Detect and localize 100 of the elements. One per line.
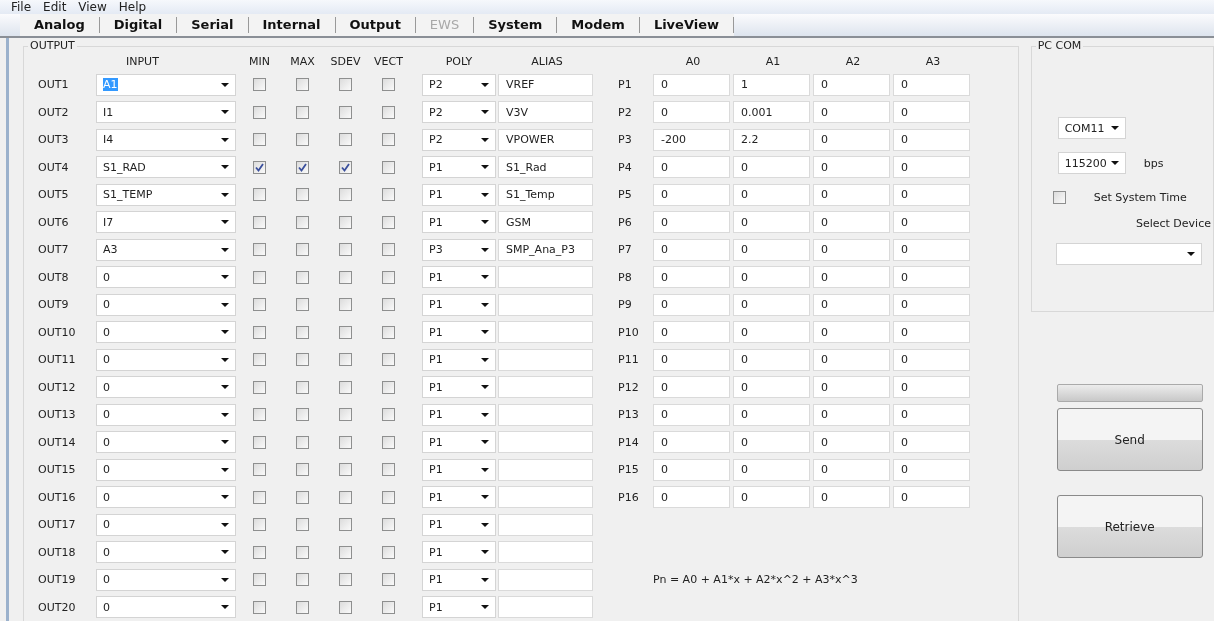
coefficient-field[interactable]: 0: [733, 348, 810, 371]
coefficient-field[interactable]: 0: [733, 211, 810, 234]
coefficient-field[interactable]: 0: [733, 293, 810, 316]
checkbox[interactable]: [339, 380, 352, 394]
tab[interactable]: Modem: [557, 17, 640, 33]
checkbox[interactable]: [296, 545, 309, 559]
checkbox[interactable]: [253, 380, 266, 394]
poly-dropdown[interactable]: P1: [422, 403, 496, 426]
poly-dropdown[interactable]: P1: [422, 568, 496, 591]
tab[interactable]: Analog: [20, 17, 100, 33]
checkbox[interactable]: [382, 435, 395, 449]
coefficient-field[interactable]: 0: [653, 183, 730, 206]
coefficient-field[interactable]: 0: [893, 458, 970, 481]
tab[interactable]: System: [474, 17, 558, 33]
checkbox[interactable]: [253, 573, 266, 587]
checkbox[interactable]: [382, 105, 395, 119]
coefficient-field[interactable]: 0: [893, 348, 970, 371]
checkbox[interactable]: [382, 270, 395, 284]
coefficient-field[interactable]: 0: [893, 101, 970, 124]
poly-dropdown[interactable]: P1: [422, 183, 496, 206]
checkbox[interactable]: [1052, 191, 1066, 204]
input-dropdown[interactable]: 0: [96, 376, 236, 399]
input-dropdown[interactable]: I1: [96, 101, 236, 124]
checkbox[interactable]: [339, 545, 352, 559]
checkbox[interactable]: [296, 463, 309, 477]
input-dropdown[interactable]: 0: [96, 541, 236, 564]
coefficient-field[interactable]: 0: [813, 431, 890, 454]
input-dropdown[interactable]: 0: [96, 458, 236, 481]
checkbox[interactable]: [253, 243, 266, 257]
coefficient-field[interactable]: 0: [893, 156, 970, 179]
checkbox[interactable]: [382, 353, 395, 367]
alias-field[interactable]: [498, 513, 593, 536]
checkbox[interactable]: [339, 78, 352, 92]
checkbox[interactable]: [339, 353, 352, 367]
alias-field[interactable]: [498, 293, 593, 316]
checkbox[interactable]: [382, 463, 395, 477]
coefficient-field[interactable]: 0: [733, 431, 810, 454]
coefficient-field[interactable]: 0: [893, 486, 970, 509]
checkbox[interactable]: [253, 188, 266, 202]
coefficient-field[interactable]: 0: [813, 211, 890, 234]
checkbox[interactable]: [382, 573, 395, 587]
checkbox[interactable]: [339, 298, 352, 312]
checkbox[interactable]: [253, 270, 266, 284]
alias-field[interactable]: [498, 486, 593, 509]
coefficient-field[interactable]: 0: [813, 321, 890, 344]
alias-field[interactable]: [498, 596, 593, 619]
coefficient-field[interactable]: -200: [653, 128, 730, 151]
coefficient-field[interactable]: 0: [733, 321, 810, 344]
checkbox[interactable]: [296, 133, 309, 147]
tab[interactable]: Internal: [248, 17, 336, 33]
checkbox[interactable]: [253, 600, 266, 614]
coefficient-field[interactable]: 0: [813, 486, 890, 509]
input-dropdown[interactable]: 0: [96, 596, 236, 619]
coefficient-field[interactable]: 0: [653, 431, 730, 454]
coefficient-field[interactable]: 0: [653, 238, 730, 261]
poly-dropdown[interactable]: P3: [422, 238, 496, 261]
checkbox[interactable]: [382, 490, 395, 504]
poly-dropdown[interactable]: P1: [422, 348, 496, 371]
poly-dropdown[interactable]: P1: [422, 458, 496, 481]
coefficient-field[interactable]: 0: [893, 431, 970, 454]
checkbox[interactable]: [253, 435, 266, 449]
checkbox[interactable]: [382, 78, 395, 92]
checkbox[interactable]: [253, 518, 266, 532]
coefficient-field[interactable]: 0: [653, 321, 730, 344]
coefficient-field[interactable]: 0.001: [733, 101, 810, 124]
coefficient-field[interactable]: 0: [733, 156, 810, 179]
coefficient-field[interactable]: 0: [653, 73, 730, 96]
checkbox[interactable]: [253, 325, 266, 339]
input-dropdown[interactable]: 0: [96, 266, 236, 289]
input-dropdown[interactable]: 0: [96, 293, 236, 316]
checkbox[interactable]: [382, 133, 395, 147]
coefficient-field[interactable]: 0: [893, 211, 970, 234]
checkbox[interactable]: [253, 408, 266, 422]
input-dropdown[interactable]: S1_RAD: [96, 156, 236, 179]
menu-item[interactable]: File: [6, 0, 37, 14]
coefficient-field[interactable]: 0: [733, 376, 810, 399]
input-dropdown[interactable]: 0: [96, 321, 236, 344]
checkbox[interactable]: [339, 435, 352, 449]
poly-dropdown[interactable]: P1: [422, 266, 496, 289]
coefficient-field[interactable]: 0: [733, 403, 810, 426]
poly-dropdown[interactable]: P1: [422, 293, 496, 316]
checkbox[interactable]: [296, 518, 309, 532]
checkbox[interactable]: [253, 78, 266, 92]
checkbox[interactable]: [253, 160, 266, 174]
menu-item[interactable]: Help: [113, 0, 152, 14]
alias-field[interactable]: VPOWER: [498, 128, 593, 151]
coefficient-field[interactable]: 0: [653, 348, 730, 371]
poly-dropdown[interactable]: P1: [422, 211, 496, 234]
coefficient-field[interactable]: 0: [893, 403, 970, 426]
checkbox[interactable]: [382, 160, 395, 174]
checkbox[interactable]: [296, 105, 309, 119]
input-dropdown[interactable]: 0: [96, 513, 236, 536]
coefficient-field[interactable]: 0: [813, 403, 890, 426]
checkbox[interactable]: [296, 490, 309, 504]
alias-field[interactable]: SMP_Ana_P3: [498, 238, 593, 261]
coefficient-field[interactable]: 0: [813, 458, 890, 481]
alias-field[interactable]: [498, 403, 593, 426]
checkbox[interactable]: [339, 518, 352, 532]
tab[interactable]: Serial: [177, 17, 249, 33]
checkbox[interactable]: [296, 188, 309, 202]
